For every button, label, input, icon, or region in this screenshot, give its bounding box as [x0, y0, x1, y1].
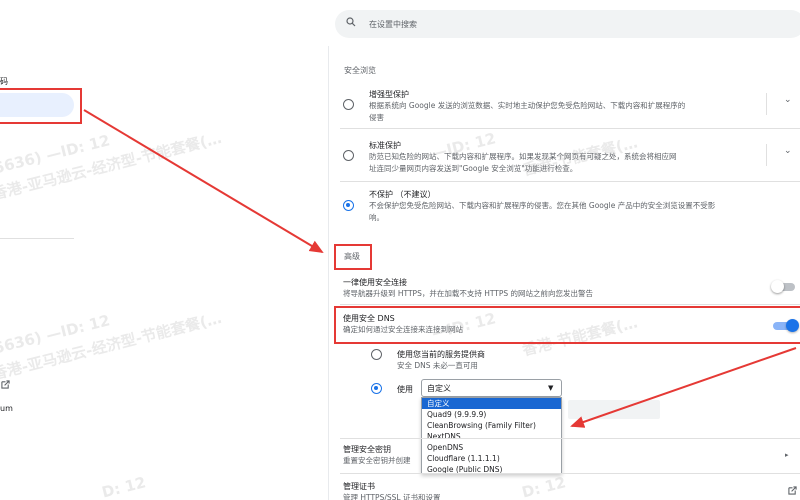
annotation-arrow: [83, 109, 324, 254]
annotation-arrow: [570, 347, 797, 428]
annotation-arrows: [83, 109, 797, 428]
